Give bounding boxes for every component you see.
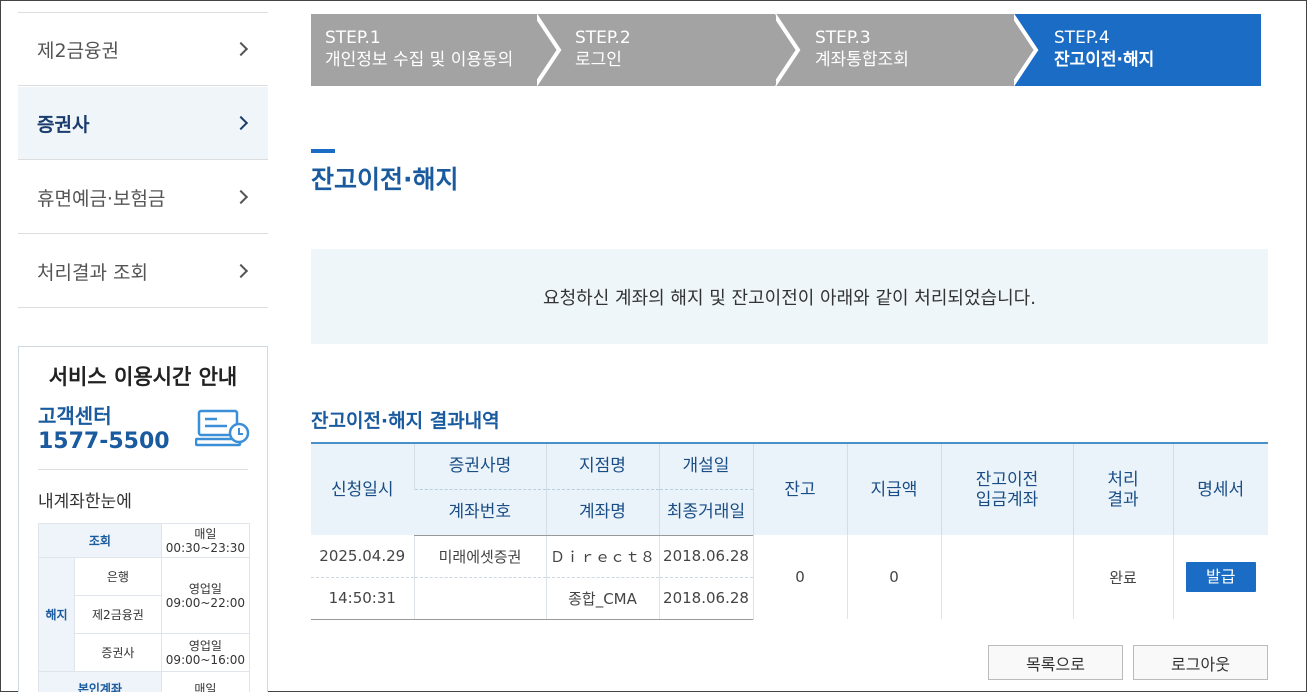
service-divider [38,469,248,470]
step-4: STEP.4 잔고이전·해지 [1014,14,1261,86]
step-2: STEP.2 로그인 [537,14,799,86]
cell-transfer-account [940,535,1073,619]
header-req-time: 신청일시 [311,442,414,535]
section-title: 잔고이전·해지 결과내역 [311,410,500,432]
sidebar-item-result[interactable]: 처리결과 조회 [18,235,268,308]
sidebar-item-dormant[interactable]: 휴면예금·보험금 [18,161,268,234]
step-title: 계좌통합조회 [815,50,909,70]
cell-account-no [413,577,546,620]
self-account-time: 매일 [160,671,251,692]
bank-time: 영업일 09:00~22:00 [160,557,251,634]
cell-open-date: 2018.06.28 [658,535,753,578]
header-result-line1: 처리 [1107,469,1139,490]
cancel-label: 해지 [38,557,75,672]
cell-time: 14:50:31 [311,577,414,620]
header-balance: 잔고 [752,442,847,535]
result-table: 신청일시 증권사명 지점명 개설일 잔고 지급액 잔고이전 입금계좌 처리 결과… [311,442,1268,620]
step-number: STEP.1 [325,28,381,48]
header-transfer: 잔고이전 입금계좌 [940,442,1073,535]
inquiry-time: 매일 00:30~23:30 [160,523,251,558]
header-account-name: 계좌명 [545,489,659,536]
page-title: 잔고이전·해지 [311,165,459,194]
cell-branch: Ｄｉｒｅｃｔ８ [545,535,659,578]
issue-button[interactable]: 발급 [1185,562,1256,592]
step-title: 잔고이전·해지 [1054,50,1155,70]
sidebar-item-label: 제2금융권 [37,39,120,62]
service-hours-title: 서비스 이용시간 안내 [48,365,238,389]
cell-company: 미래에셋증권 [413,535,546,578]
header-paid: 지급액 [846,442,941,535]
step-number: STEP.2 [575,28,631,48]
bank-label: 은행 [74,557,162,596]
notice-text: 요청하신 계좌의 해지 및 잔고이전이 아래와 같이 처리되었습니다. [543,287,1036,309]
cell-result: 완료 [1072,535,1173,619]
header-statement: 명세서 [1172,442,1268,535]
cell-statement: 발급 [1172,535,1268,619]
customer-center-icon [195,409,250,447]
step-title: 로그인 [575,50,622,70]
cell-balance: 0 [752,535,847,619]
header-last-trade: 최종거래일 [658,489,753,536]
list-button[interactable]: 목록으로 [988,645,1123,680]
chevron-right-icon [233,189,249,205]
inquiry-label: 조회 [38,523,162,558]
chevron-right-icon [233,41,249,57]
service-hours-table: 조회 매일 00:30~23:30 해지 은행 영업일 09:00~22:00 … [38,523,251,692]
customer-center-label: 고객센터 [38,404,112,428]
cell-last-trade: 2018.06.28 [658,577,753,620]
cell-paid: 0 [846,535,941,619]
my-accounts-label: 내계좌한눈에 [38,492,132,512]
chevron-right-icon [233,263,249,279]
title-accent-bar [311,149,335,153]
sidebar-item-label: 처리결과 조회 [37,261,148,284]
header-transfer-line2: 입금계좌 [975,489,1039,510]
logout-button[interactable]: 로그아웃 [1133,645,1268,680]
sidebar-item-fin2[interactable]: 제2금융권 [18,13,268,86]
header-branch: 지점명 [545,442,659,490]
sidebar-item-label: 휴면예금·보험금 [37,187,166,210]
header-transfer-line1: 잔고이전 [975,469,1039,490]
header-result: 처리 결과 [1072,442,1173,535]
chevron-right-icon [233,115,249,131]
securities-time: 영업일 09:00~16:00 [160,633,251,672]
step-title: 개인정보 수집 및 이용동의 [325,50,514,70]
customer-center-number: 1577-5500 [38,429,170,454]
table-row: 2025.04.29 미래에셋증권 Ｄｉｒｅｃｔ８ 2018.06.28 0 0… [311,535,1268,619]
self-account-label: 본인계좌 [38,671,162,692]
header-account-no: 계좌번호 [414,489,546,536]
cell-account-name: 종합_CMA [545,577,659,620]
step-number: STEP.3 [815,28,871,48]
service-hours-box: 서비스 이용시간 안내 고객센터 1577-5500 내계좌한눈에 조회 매일 … [18,346,268,692]
header-result-line2: 결과 [1107,489,1139,510]
step-number: STEP.4 [1054,28,1110,48]
sidebar-item-securities[interactable]: 증권사 [18,87,268,160]
securities-label: 증권사 [74,633,162,672]
fin2-label: 제2금융권 [74,595,162,634]
header-open-date: 개설일 [658,442,753,490]
sidebar-item-label: 증권사 [37,113,90,136]
notice-box: 요청하신 계좌의 해지 및 잔고이전이 아래와 같이 처리되었습니다. [311,249,1268,344]
step-1: STEP.1 개인정보 수집 및 이용동의 [311,14,561,86]
header-company: 증권사명 [413,442,546,490]
step-3: STEP.3 계좌통합조회 [776,14,1038,86]
cell-date: 2025.04.29 [311,535,414,578]
